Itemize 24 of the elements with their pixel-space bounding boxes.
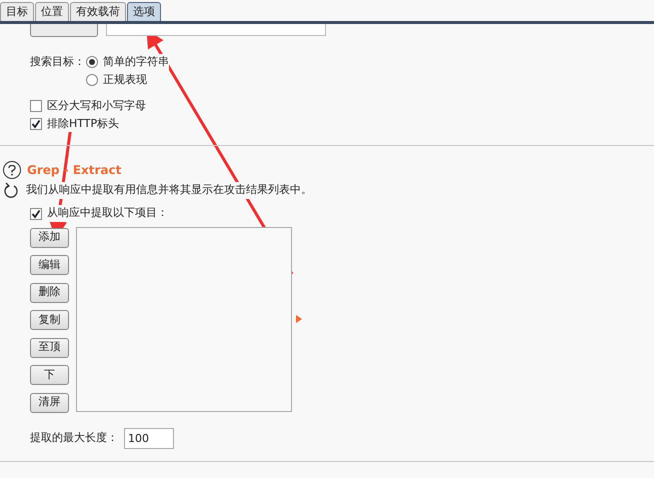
- list-button[interactable]: 清屏: [30, 392, 69, 412]
- list-button[interactable]: 删除: [30, 282, 69, 302]
- max-length-field[interactable]: 100: [124, 428, 174, 448]
- refresh-icon[interactable]: [4, 182, 18, 198]
- option-label[interactable]: 简单的字符串: [103, 54, 169, 70]
- list-button[interactable]: 复制: [30, 310, 69, 330]
- list-button[interactable]: 至顶: [30, 338, 69, 358]
- checkbox[interactable]: [30, 118, 42, 130]
- field-label: 提取的最大长度：: [30, 430, 118, 446]
- list-button[interactable]: 编辑: [30, 255, 69, 275]
- expand-icon[interactable]: [296, 314, 302, 322]
- field-label: 搜索目标：: [30, 54, 86, 70]
- tab[interactable]: 目标: [0, 2, 34, 21]
- checkbox[interactable]: [30, 208, 42, 220]
- tab[interactable]: 位置: [35, 2, 69, 21]
- help-icon[interactable]: [3, 161, 21, 179]
- radio-button[interactable]: [86, 74, 98, 86]
- list-button[interactable]: 添加: [30, 228, 69, 248]
- radio-button[interactable]: [86, 56, 98, 68]
- checkbox[interactable]: [30, 100, 42, 112]
- checkbox-label[interactable]: 排除HTTP标头: [47, 116, 120, 132]
- tab[interactable]: 选项: [127, 2, 161, 21]
- list-button[interactable]: 下: [30, 365, 69, 385]
- tab[interactable]: 有效载荷: [70, 2, 126, 21]
